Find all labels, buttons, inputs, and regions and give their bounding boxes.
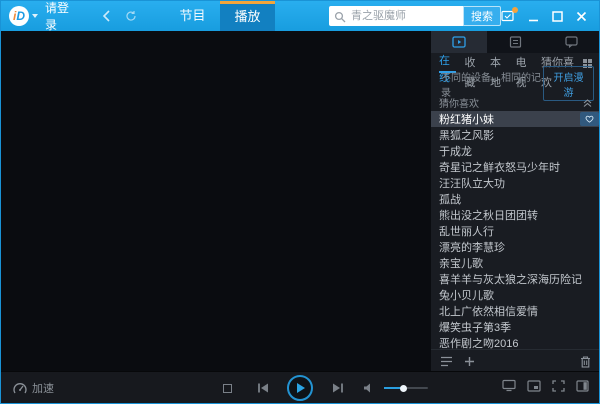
tab-programs[interactable]: 节目 [165,1,220,31]
sidebar-toolbar [431,349,600,373]
list-item-title: 亲宝儿歌 [439,255,483,271]
fullscreen-icon[interactable] [552,379,565,397]
chat-panel-icon[interactable] [544,31,600,53]
list-item[interactable]: 奇星记之鲜衣怒马少年时 [431,159,600,175]
back-icon[interactable] [102,10,111,22]
stop-button[interactable] [223,372,232,404]
video-area[interactable] [1,31,431,373]
list-item[interactable]: 爆笑虫子第3季 [431,319,600,335]
sidebar: 在线 收藏 本地 电视 猜你喜欢 不同的设备，相同的记录 开启漫游 猜你喜欢 粉… [431,31,600,373]
speed-up-control[interactable]: 加速 [13,372,54,404]
panel-toggle-icon[interactable] [576,379,589,397]
app-logo[interactable]: iD [9,6,38,26]
search-icon [334,10,346,28]
list-item[interactable]: 黑狐之风影 [431,127,600,143]
tab-playing[interactable]: 播放 [220,1,275,31]
list-item-title: 奇星记之鲜衣怒马少年时 [439,159,560,175]
close-icon[interactable] [576,11,587,22]
list-item[interactable]: 粉红猪小妹 [431,111,600,127]
search-box: 搜索 [329,6,501,26]
recommendation-list: 粉红猪小妹 黑狐之风影 于成龙 奇星记之鲜衣怒马少年时 汪汪队立大功 孤战 熊出… [431,111,600,349]
refresh-icon[interactable] [125,10,137,22]
login-link[interactable]: 请登录 [45,0,76,33]
list-item-title: 于成龙 [439,143,472,159]
play-icon [297,383,305,393]
roaming-notice: 不同的设备，相同的记录 开启漫游 [431,73,600,94]
logo-dropdown-caret-icon [32,14,38,18]
guess-you-like-section-header: 猜你喜欢 [431,94,600,111]
playlist-manage-icon[interactable] [440,356,453,367]
collapse-section-icon[interactable] [583,98,592,108]
list-item-title: 粉红猪小妹 [439,111,494,127]
list-item[interactable]: 兔小贝儿歌 [431,287,600,303]
previous-button[interactable] [257,372,270,404]
speed-label: 加速 [32,380,54,396]
list-item-title: 熊出没之秋日团团转 [439,207,538,223]
list-item[interactable]: 恶作剧之吻2016 [431,335,600,349]
files-panel-icon[interactable] [487,31,543,53]
list-item-title: 漂亮的李慧珍 [439,239,505,255]
maximize-icon[interactable] [552,11,563,22]
list-item[interactable]: 喜羊羊与灰太狼之深海历险记 [431,271,600,287]
list-item-title: 汪汪队立大功 [439,175,505,191]
search-input[interactable] [329,6,463,26]
message-icon[interactable] [501,10,515,22]
message-badge [512,7,518,13]
app-window: iD 请登录 节目 播放 搜索 [0,0,600,404]
list-item[interactable]: 孤战 [431,191,600,207]
list-item-title: 喜羊羊与灰太狼之深海历险记 [439,271,582,287]
window-controls [501,10,587,22]
favorite-heart-icon[interactable] [580,112,599,126]
titlebar: iD 请登录 节目 播放 搜索 [1,1,599,31]
mini-player-icon[interactable] [527,379,541,397]
list-item-title: 兔小贝儿歌 [439,287,494,303]
list-item-title: 孤战 [439,191,461,207]
display-controls [502,372,589,404]
delete-trash-icon[interactable] [580,356,591,368]
list-item-title: 爆笑虫子第3季 [439,319,511,335]
list-item[interactable]: 汪汪队立大功 [431,175,600,191]
list-item-title: 黑狐之风影 [439,127,494,143]
player-control-bar: 加速 [1,371,599,403]
volume-slider[interactable] [384,387,428,389]
minimize-icon[interactable] [528,11,539,22]
list-item[interactable]: 乱世丽人行 [431,223,600,239]
list-item[interactable]: 熊出没之秋日团团转 [431,207,600,223]
list-item-title: 乱世丽人行 [439,223,494,239]
player-panel-icon[interactable] [431,31,487,53]
list-item-title: 恶作剧之吻2016 [439,335,518,349]
speed-icon [13,382,27,395]
play-button[interactable] [287,375,313,401]
list-item[interactable]: 亲宝儿歌 [431,255,600,271]
list-item[interactable]: 北上广依然相信爱情 [431,303,600,319]
pps-logo-icon: iD [9,6,29,26]
list-item[interactable]: 于成龙 [431,143,600,159]
list-item[interactable]: 漂亮的李慧珍 [431,239,600,255]
sidebar-panel-switcher [431,31,600,53]
next-button[interactable] [331,372,344,404]
search-button[interactable]: 搜索 [463,6,501,26]
add-item-icon[interactable] [464,356,475,367]
list-item-title: 北上广依然相信爱情 [439,303,538,319]
volume-knob[interactable] [400,385,407,392]
section-title: 猜你喜欢 [439,95,479,110]
volume-icon[interactable] [363,372,376,404]
screencast-icon[interactable] [502,379,516,397]
